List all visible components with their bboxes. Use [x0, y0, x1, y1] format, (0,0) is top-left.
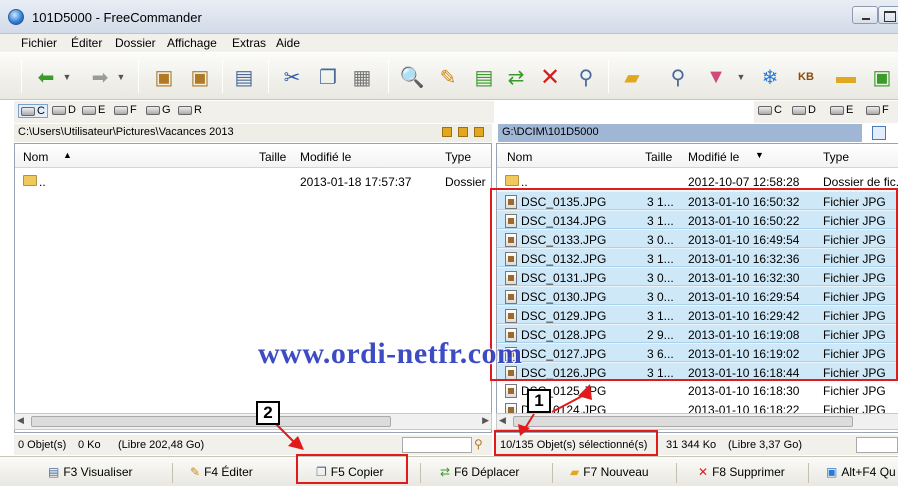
annotation-arrows — [275, 384, 592, 450]
callout-1: 1 — [527, 389, 551, 413]
callout-2: 2 — [256, 401, 280, 425]
arrow-head-1b — [518, 424, 530, 436]
watermark: www.ordi-netfr.com — [258, 337, 523, 370]
